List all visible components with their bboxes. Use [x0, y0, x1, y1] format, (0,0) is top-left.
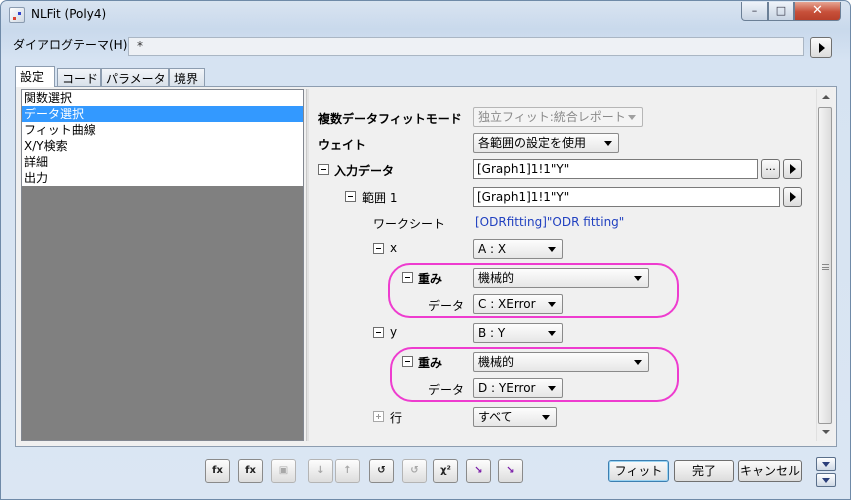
fit-till-converged-icon: ↘ — [506, 465, 515, 476]
weight-label: ウェイト — [318, 138, 367, 152]
init-params-button[interactable]: ↺ — [369, 459, 394, 483]
title-bar[interactable]: NLFit (Poly4) – □ ✕ — [1, 1, 850, 29]
one-iteration-button[interactable]: ↘ — [466, 459, 491, 483]
function-organizer-icon: fx — [245, 465, 256, 476]
simplex-icon: ↺ — [410, 465, 419, 476]
fit-till-converged-button[interactable]: ↘ — [498, 459, 523, 483]
multi-fit-mode-label: 複数データフィットモード — [318, 112, 462, 126]
worksheet-value: [ODRfitting]"ODR fitting" — [475, 215, 625, 229]
cancel-button[interactable]: キャンセル — [738, 460, 802, 482]
tab-code[interactable]: コード — [57, 68, 101, 86]
expand-panel-button[interactable] — [816, 473, 836, 487]
init-params-icon: ↺ — [377, 465, 386, 476]
tree-item-advanced[interactable]: 詳細 — [22, 154, 303, 170]
rows-select[interactable]: すべて — [473, 407, 557, 427]
range-1-field[interactable]: [Graph1]1!1"Y" — [473, 187, 780, 207]
chi-square-icon: χ² — [440, 465, 451, 476]
splitter[interactable] — [306, 89, 309, 441]
collapse-icon[interactable] — [345, 191, 356, 202]
minimize-button[interactable]: – — [741, 2, 768, 21]
y-weight-label: 重み — [418, 356, 443, 370]
y-data-label: データ — [428, 383, 465, 397]
sort-down-icon: ↓ — [316, 465, 325, 476]
y-column-select[interactable]: B : Y — [473, 323, 563, 343]
fit-function-builder-icon: fx — [212, 465, 223, 476]
property-scrollbar[interactable] — [816, 89, 833, 441]
done-button[interactable]: 完了 — [674, 460, 734, 482]
close-button[interactable]: ✕ — [794, 2, 841, 21]
tab-settings[interactable]: 設定 — [15, 66, 55, 87]
input-data-field[interactable]: [Graph1]1!1"Y" — [473, 159, 758, 179]
x-label: x — [390, 241, 398, 255]
x-column-select[interactable]: A : X — [473, 239, 563, 259]
input-data-label: 入力データ — [334, 164, 395, 178]
tree-item-function-selection[interactable]: 関数選択 — [22, 90, 303, 106]
worksheet-label: ワークシート — [373, 217, 446, 231]
tree-item-output[interactable]: 出力 — [22, 170, 303, 186]
collapse-icon[interactable] — [402, 356, 413, 367]
y-weight-select[interactable]: 機械的 — [473, 352, 649, 372]
dialog-theme-field[interactable]: * — [128, 37, 804, 56]
browse-button[interactable]: ... — [761, 159, 780, 179]
collapse-icon[interactable] — [402, 272, 413, 283]
multi-fit-mode-select[interactable]: 独立フィット:統合レポート — [473, 107, 643, 127]
close-icon: ✕ — [812, 3, 823, 18]
sort-down-button[interactable]: ↓ — [308, 459, 333, 483]
input-data-menu-button[interactable] — [783, 159, 802, 179]
weight-select[interactable]: 各範囲の設定を使用 — [473, 133, 619, 153]
window-title: NLFit (Poly4) — [31, 7, 107, 21]
grip-icon — [822, 264, 829, 270]
y-label: y — [390, 325, 398, 339]
origin-app-icon — [9, 7, 25, 23]
maximize-icon: □ — [775, 4, 787, 17]
x-weight-label: 重み — [418, 272, 443, 286]
rows-label: 行 — [390, 411, 403, 425]
function-organizer-button[interactable]: fx — [238, 459, 263, 483]
y-error-column-select[interactable]: D : YError — [473, 378, 563, 398]
scroll-up-icon[interactable] — [817, 89, 834, 106]
chi-square-button[interactable]: χ² — [433, 459, 458, 483]
one-iteration-icon: ↘ — [474, 465, 483, 476]
tree-item-fitted-curves[interactable]: フィット曲線 — [22, 122, 303, 138]
expand-icon[interactable] — [373, 411, 384, 422]
x-weight-select[interactable]: 機械的 — [473, 268, 649, 288]
simplex-button[interactable]: ↺ — [402, 459, 427, 483]
settings-tree[interactable]: 関数選択 データ選択 フィット曲線 X/Y検索 詳細 出力 — [21, 89, 304, 441]
nlfit-dialog: NLFit (Poly4) – □ ✕ ダイアログテーマ(H) * 設定 コード… — [0, 0, 851, 500]
scroll-thumb[interactable] — [818, 107, 832, 424]
save-icon: ▣ — [278, 465, 289, 476]
collapse-panel-button[interactable] — [816, 457, 836, 471]
tree-item-find-xy[interactable]: X/Y検索 — [22, 138, 303, 154]
x-data-label: データ — [428, 299, 465, 313]
fit-function-builder-button[interactable]: fx — [205, 459, 230, 483]
sort-up-button[interactable]: ↑ — [335, 459, 360, 483]
collapse-icon[interactable] — [373, 327, 384, 338]
minimize-icon: – — [751, 4, 758, 17]
tree-item-data-selection[interactable]: データ選択 — [22, 106, 303, 122]
x-error-column-select[interactable]: C : XError — [473, 294, 563, 314]
tab-bounds[interactable]: 境界 — [169, 68, 205, 86]
fit-button[interactable]: フィット — [608, 460, 669, 482]
range-1-menu-button[interactable] — [783, 187, 802, 207]
save-button[interactable]: ▣ — [271, 459, 296, 483]
tab-parameters[interactable]: パラメータ — [101, 68, 169, 86]
collapse-icon[interactable] — [318, 164, 329, 175]
maximize-button[interactable]: □ — [768, 2, 794, 21]
theme-menu-button[interactable] — [810, 37, 832, 58]
sort-up-icon: ↑ — [343, 465, 352, 476]
dialog-theme-label: ダイアログテーマ(H) — [13, 38, 128, 52]
scroll-down-icon[interactable] — [817, 424, 834, 441]
range-1-label: 範囲 1 — [362, 191, 398, 205]
collapse-icon[interactable] — [373, 243, 384, 254]
